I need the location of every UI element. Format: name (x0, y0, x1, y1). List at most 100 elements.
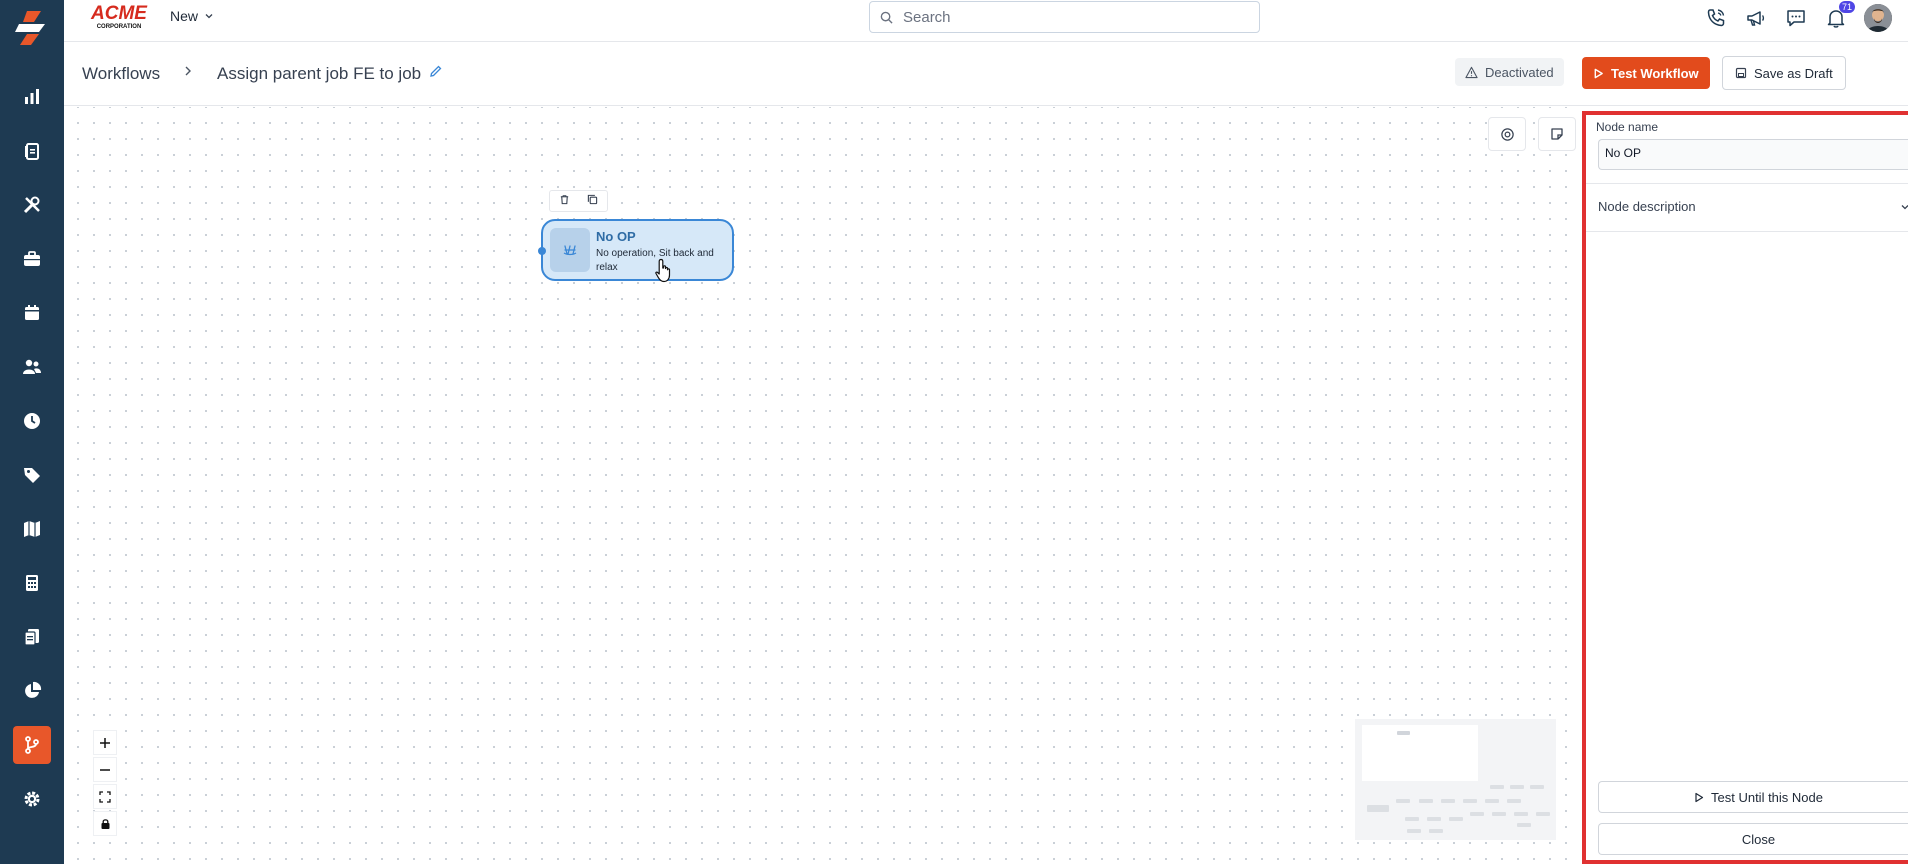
minimap-mark (1510, 785, 1524, 789)
minimap-viewport (1362, 725, 1478, 781)
duplicate-node-button[interactable] (587, 192, 598, 210)
pie-chart-icon (25, 681, 42, 698)
sidebar-item-customers[interactable] (13, 348, 51, 386)
sidebar-item-reports[interactable] (13, 78, 51, 116)
minimap-mark (1367, 805, 1389, 812)
app-logo[interactable] (0, 0, 64, 56)
svg-text:ACME: ACME (90, 3, 148, 24)
calendar-icon (25, 305, 39, 320)
minimap-mark (1419, 799, 1433, 803)
user-avatar[interactable] (1864, 4, 1892, 32)
new-dropdown[interactable]: New (170, 8, 214, 24)
workflow-header: Workflows Assign parent job FE to job De… (64, 42, 1908, 106)
workflow-icon (25, 736, 39, 754)
test-workflow-button[interactable]: Test Workflow (1582, 57, 1710, 89)
chat-icon (1787, 10, 1805, 27)
minimap-mark (1507, 799, 1521, 803)
node-title: No OP (596, 229, 636, 244)
megaphone-icon (1747, 11, 1765, 26)
status-badge: Deactivated (1455, 58, 1564, 86)
brand-logo[interactable]: ACME CORPORATION (86, 2, 152, 30)
lock-icon (101, 818, 109, 829)
search-input[interactable]: Search (869, 1, 1260, 33)
minus-icon (100, 768, 110, 771)
gear-icon (24, 791, 40, 807)
zoom-controls (93, 730, 117, 836)
sidebar-item-calendar[interactable] (13, 294, 51, 332)
delete-node-button[interactable] (559, 192, 570, 210)
sidebar-item-workflows[interactable] (13, 726, 51, 764)
notifications-button[interactable]: 71 (1824, 1, 1855, 30)
node-description-toggle[interactable]: Node description (1598, 199, 1696, 214)
save-draft-button[interactable]: Save as Draft (1722, 56, 1846, 90)
sidebar-item-settings[interactable] (13, 780, 51, 818)
test-until-node-button[interactable]: Test Until this Node (1598, 781, 1908, 813)
panel-divider (1586, 183, 1908, 184)
workflow-canvas[interactable]: No OP No operation, Sit back and relax (64, 107, 1578, 864)
canvas-settings-button[interactable] (1488, 117, 1526, 151)
edit-title-button[interactable] (429, 64, 443, 83)
chevron-down-icon (1901, 205, 1908, 210)
sidebar-item-timesheets[interactable] (13, 402, 51, 440)
zoom-in-button[interactable] (93, 730, 117, 755)
node-input-handle[interactable] (538, 247, 546, 255)
phone-button[interactable] (1704, 6, 1728, 30)
minimap-mark (1396, 799, 1410, 803)
minimap-mark (1485, 799, 1499, 803)
minimap[interactable] (1355, 719, 1556, 840)
sticky-note-icon (1551, 128, 1563, 140)
sidebar-item-pricebook[interactable] (13, 456, 51, 494)
clock-icon (24, 413, 40, 429)
fit-view-button[interactable] (93, 784, 117, 809)
sidebar-item-analytics[interactable] (13, 672, 51, 710)
documents-icon (24, 629, 39, 646)
briefcase-icon (24, 251, 40, 266)
sidebar-item-estimates[interactable] (13, 564, 51, 602)
logo-icon (15, 11, 45, 45)
sticky-note-button[interactable] (1538, 117, 1576, 151)
announcements-button[interactable] (1744, 6, 1768, 30)
minimap-mark (1427, 817, 1441, 821)
messages-button[interactable] (1784, 6, 1808, 30)
zoom-out-button[interactable] (93, 757, 117, 782)
sidebar (0, 0, 64, 864)
node-name-label: Node name (1596, 120, 1659, 134)
minimap-mark (1470, 812, 1484, 816)
minimap-mark (1536, 812, 1550, 816)
close-panel-button[interactable]: Close (1598, 823, 1908, 855)
workflow-node-no-op[interactable]: No OP No operation, Sit back and relax (538, 219, 734, 281)
fit-view-icon (99, 790, 111, 803)
map-icon (24, 521, 40, 537)
no-op-icon (563, 245, 577, 256)
minimap-mark (1490, 785, 1504, 789)
copy-icon (588, 194, 598, 205)
breadcrumb-separator (181, 64, 195, 83)
tag-icon (24, 468, 40, 483)
lock-canvas-button[interactable] (93, 811, 117, 836)
mouse-cursor (654, 258, 676, 289)
description-chevron[interactable] (1900, 201, 1908, 215)
minimap-mark (1429, 829, 1443, 833)
node-name-input[interactable]: No OP (1598, 139, 1908, 170)
bar-chart-icon (25, 89, 39, 104)
minimap-node (1397, 731, 1410, 735)
warning-icon (1465, 66, 1478, 78)
sidebar-item-map[interactable] (13, 510, 51, 548)
users-icon (23, 359, 41, 374)
play-icon (1695, 792, 1704, 802)
status-label: Deactivated (1485, 64, 1554, 80)
minimap-mark (1463, 799, 1477, 803)
sidebar-item-jobs[interactable] (13, 132, 51, 170)
panel-divider (1586, 231, 1908, 232)
save-icon (1735, 67, 1747, 79)
sidebar-item-documents[interactable] (13, 618, 51, 656)
test-workflow-label: Test Workflow (1611, 65, 1699, 81)
minimap-mark (1405, 817, 1419, 821)
minimap-mark (1449, 817, 1463, 821)
tools-icon (23, 196, 40, 214)
sidebar-item-projects[interactable] (13, 240, 51, 278)
sidebar-item-services[interactable] (13, 186, 51, 224)
avatar-image (1864, 4, 1892, 32)
node-toolbar (549, 190, 608, 212)
breadcrumb-workflows[interactable]: Workflows (82, 64, 160, 84)
